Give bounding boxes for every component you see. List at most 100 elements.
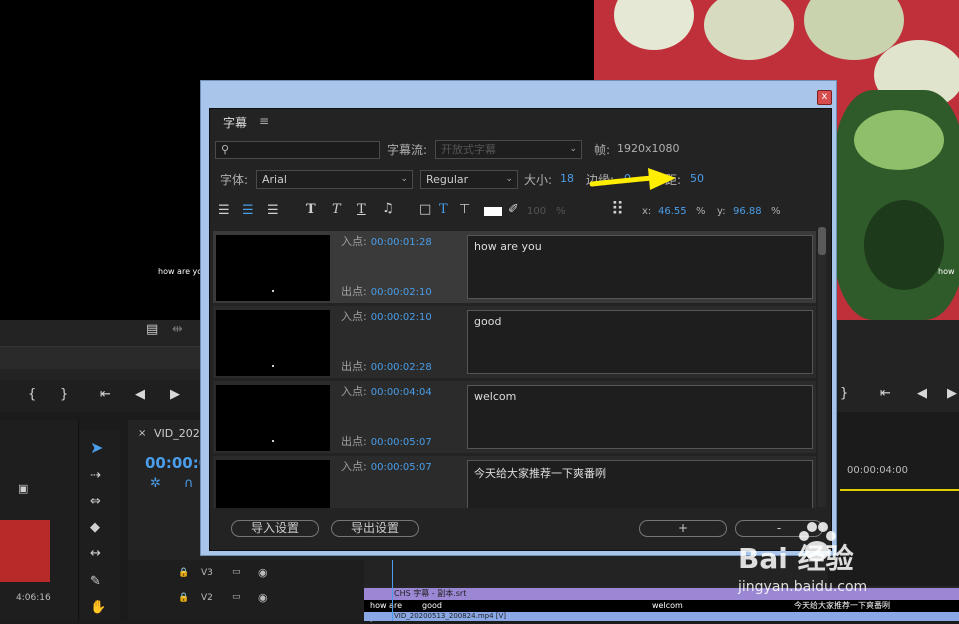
lock-icon[interactable]: 🔒 (178, 593, 189, 603)
ripple-edit-icon[interactable]: ⇔ (90, 494, 101, 509)
stream-value: 开放式字幕 (441, 143, 496, 156)
font-dropdown[interactable]: Arial ⌄ (256, 170, 413, 189)
video-clip[interactable]: VID_20200513_200824.mp4 [V] (364, 612, 959, 621)
lock-icon[interactable]: 🔒 (178, 568, 189, 578)
search-input[interactable]: ⚲ (215, 141, 380, 159)
work-area-bar[interactable] (840, 489, 959, 491)
scrollbar-thumb[interactable] (818, 227, 826, 255)
go-to-in-icon[interactable]: ⇤ (100, 387, 111, 402)
text-background-icon[interactable]: ⊤ (459, 202, 470, 217)
caption-clip[interactable]: good (418, 600, 482, 612)
mark-in-icon[interactable]: { (28, 387, 36, 402)
italic-icon[interactable]: T (332, 202, 341, 217)
tools-panel: ➤ ⇢ ⇔ ◆ ↔ ✎ ✋ (80, 430, 120, 621)
export-frame-icon[interactable]: ▤ (146, 322, 158, 337)
add-caption-button[interactable]: + (639, 520, 727, 537)
y-value[interactable]: 96.88 (733, 206, 762, 217)
out-time[interactable]: 00:00:02:28 (371, 362, 432, 373)
in-time[interactable]: 00:00:02:10 (371, 312, 432, 323)
caption-text-field[interactable]: good (467, 310, 813, 374)
caption-clip[interactable]: welcom (648, 600, 752, 612)
align-left-icon[interactable]: ☰ (218, 203, 230, 218)
caption-clip[interactable]: 今天给大家推荐一下爽番咧 (790, 600, 959, 612)
underline-icon[interactable]: T (357, 202, 366, 217)
caption-list-scrollbar[interactable] (818, 227, 826, 507)
slip-icon[interactable]: ↔ (90, 546, 101, 561)
y-percent: % (771, 206, 781, 217)
out-time[interactable]: 00:00:05:07 (371, 437, 432, 448)
hand-icon[interactable]: ✋ (90, 600, 106, 615)
selection-tool-icon[interactable]: ➤ (90, 438, 103, 457)
watermark-site: jingyan.baidu.com (738, 579, 868, 595)
camera-icon[interactable]: ▭ (232, 592, 241, 602)
nest-icon[interactable]: ✲ (150, 476, 161, 491)
clip-duration: 4:06:16 (16, 593, 51, 603)
step-back-icon-right[interactable]: ◀ (917, 386, 927, 401)
timeline-tab[interactable]: VID_2020 (154, 427, 207, 440)
caption-row[interactable]: 入点: 00:00:02:10 出点: 00:00:02:28 good (213, 306, 816, 378)
panel-menu-icon[interactable]: ≡ (259, 114, 269, 128)
caption-text-field[interactable]: 今天给大家推荐一下爽番咧 (467, 460, 813, 508)
razor-icon[interactable]: ◆ (90, 520, 100, 535)
eye-icon[interactable]: ◉ (258, 566, 268, 579)
spacing-value[interactable]: 50 (690, 172, 704, 185)
annotation-arrow-icon (590, 168, 676, 190)
eye-icon[interactable]: ◉ (258, 591, 268, 604)
pen-icon[interactable]: ✎ (90, 574, 101, 589)
out-point: 出点: 00:00:05:07 (341, 433, 432, 449)
playhead[interactable] (392, 560, 393, 621)
x-value[interactable]: 46.55 (658, 206, 687, 217)
frame-label: 帧: (594, 143, 611, 157)
chevron-down-icon: ⌄ (505, 174, 513, 184)
caption-thumbnail (216, 385, 330, 451)
timeline-close-icon[interactable]: × (138, 428, 146, 439)
bold-icon[interactable]: T (306, 202, 316, 217)
caption-row[interactable]: 入点: 00:00:01:28 出点: 00:00:02:10 how are yo… (213, 231, 816, 303)
bin-icon[interactable]: ▣ (18, 482, 28, 495)
stream-dropdown[interactable]: 开放式字幕 ⌄ (435, 140, 582, 159)
in-time[interactable]: 00:00:01:28 (371, 237, 432, 248)
caption-text-field[interactable]: welcom (467, 385, 813, 449)
align-right-icon[interactable]: ☰ (267, 203, 279, 218)
align-center-icon[interactable]: ☰ (242, 203, 254, 218)
camera-icon[interactable]: ▭ (232, 567, 241, 577)
search-icon: ⚲ (221, 143, 230, 156)
text-color-icon[interactable]: T (439, 202, 448, 217)
step-back-icon[interactable]: ◀ (135, 387, 145, 402)
import-settings-button[interactable]: 导入设置 (231, 520, 319, 537)
play-icon[interactable]: ▶ (170, 387, 180, 402)
x-label: x: (642, 206, 652, 217)
snap-icon[interactable]: ∩ (184, 476, 194, 491)
out-point: 出点: 00:00:02:10 (341, 283, 432, 299)
mark-out-icon-right[interactable]: } (840, 386, 848, 401)
out-point: 出点: 00:00:02:28 (341, 358, 432, 374)
background-box-icon[interactable]: □ (419, 202, 431, 217)
export-settings-button[interactable]: 导出设置 (331, 520, 419, 537)
in-time[interactable]: 00:00:04:04 (371, 387, 432, 398)
y-label: y: (717, 206, 726, 217)
caption-row[interactable]: 入点: 00:00:05:07 今天给大家推荐一下爽番咧 (213, 456, 816, 508)
out-time[interactable]: 00:00:02:10 (371, 287, 432, 298)
go-to-in-icon-right[interactable]: ⇤ (880, 386, 891, 401)
settings-icon[interactable]: ⇹ (172, 322, 183, 337)
close-button[interactable]: x (817, 90, 832, 105)
in-point: 入点: 00:00:05:07 (341, 458, 432, 474)
position-grid-icon[interactable]: ⠿ (611, 199, 624, 220)
in-label: 入点: (341, 385, 367, 398)
frame-value: 1920x1080 (617, 142, 680, 155)
project-clip-thumbnail[interactable] (0, 520, 50, 582)
play-icon-right[interactable]: ▶ (947, 386, 957, 401)
track-label: V2 (201, 593, 213, 603)
style-dropdown[interactable]: Regular ⌄ (420, 170, 518, 189)
music-note-icon[interactable]: ♫ (382, 201, 394, 216)
mark-out-icon[interactable]: } (60, 387, 68, 402)
eyedropper-icon[interactable]: ✐ (508, 202, 519, 217)
caption-text-field[interactable]: how are you (467, 235, 813, 299)
caption-clip[interactable]: how are y (366, 600, 408, 622)
size-value[interactable]: 18 (560, 172, 574, 185)
in-label: 入点: (341, 310, 367, 323)
color-swatch[interactable] (484, 207, 502, 216)
track-select-icon[interactable]: ⇢ (90, 468, 101, 483)
in-time[interactable]: 00:00:05:07 (371, 462, 432, 473)
caption-row[interactable]: 入点: 00:00:04:04 出点: 00:00:05:07 welcom (213, 381, 816, 453)
